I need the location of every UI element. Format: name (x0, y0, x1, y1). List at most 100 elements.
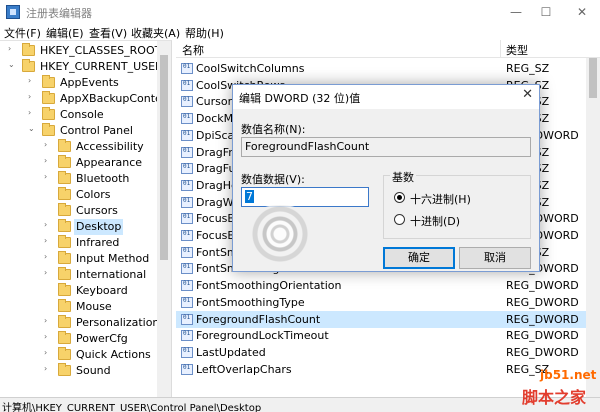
tree-item[interactable]: › AppXBackupConter (0, 91, 166, 107)
tree-item[interactable]: ⌄ Control Panel (0, 123, 157, 139)
tree-item-label: Appearance (76, 156, 143, 169)
value-type: REG_DWORD (506, 329, 579, 343)
tree-item[interactable]: Colors (0, 187, 157, 203)
tree-item-label: Control Panel (60, 124, 133, 137)
value-row[interactable]: ForegroundFlashCount REG_DWORD (176, 310, 586, 328)
value-name: LastUpdated (196, 345, 266, 359)
collapsed-arrow-icon[interactable]: › (44, 252, 52, 261)
maximize-button[interactable]: ☐ (530, 0, 562, 24)
registry-value-icon (181, 330, 193, 342)
tree-item[interactable]: › Infrared (0, 235, 157, 251)
tree-item[interactable]: › Console (0, 107, 157, 123)
collapsed-arrow-icon[interactable]: › (44, 348, 52, 357)
dec-radio-label[interactable]: 十进制(D) (410, 213, 460, 229)
folder-icon (22, 59, 35, 72)
collapsed-arrow-icon[interactable]: › (44, 140, 52, 149)
collapsed-arrow-icon[interactable]: › (44, 220, 52, 229)
tree-item[interactable]: › Input Method (0, 251, 157, 267)
collapsed-arrow-icon[interactable]: › (8, 44, 16, 53)
tree-item[interactable]: › Appearance (0, 155, 157, 171)
menu-view[interactable]: 查看(V) (89, 25, 127, 41)
hex-radio[interactable] (394, 192, 405, 203)
expanded-arrow-icon[interactable]: ⌄ (28, 124, 36, 133)
dialog-close-icon[interactable]: ✕ (522, 87, 533, 102)
collapsed-arrow-icon[interactable]: › (44, 316, 52, 325)
tree-item[interactable]: › HKEY_CLASSES_ROOT (0, 43, 161, 59)
base-group: 基数 十六进制(H) 十进制(D) (383, 169, 531, 239)
cancel-button[interactable]: 取消 (459, 247, 531, 269)
value-type: REG_DWORD (506, 345, 579, 359)
value-row[interactable]: FontSmoothingOrientation REG_DWORD (176, 277, 586, 294)
regedit-app-icon (6, 5, 20, 19)
value-name-label: 数值名称(N): (241, 123, 306, 136)
tree-item-label: Colors (76, 188, 111, 201)
expanded-arrow-icon[interactable]: ⌄ (8, 60, 16, 69)
value-type: REG_DWORD (506, 312, 579, 326)
list-scrollbar[interactable] (586, 58, 600, 397)
folder-icon (42, 107, 55, 120)
collapsed-arrow-icon[interactable]: › (44, 268, 52, 277)
key-tree[interactable]: › HKEY_CLASSES_ROOT ⌄ HKEY_CURRENT_USER › App… (0, 40, 172, 397)
folder-icon (42, 91, 55, 104)
tree-item[interactable]: › Quick Actions (0, 347, 157, 363)
column-name-header[interactable]: 名称 (182, 42, 204, 58)
collapsed-arrow-icon[interactable]: › (28, 76, 36, 85)
collapsed-arrow-icon[interactable]: › (44, 332, 52, 341)
registry-value-icon (181, 263, 193, 275)
tree-item-label: AppEvents (60, 76, 119, 89)
tree-item-label: HKEY_CURRENT_USER (40, 60, 163, 73)
menu-help[interactable]: 帮助(H) (185, 25, 224, 41)
tree-item[interactable]: › Bluetooth (0, 171, 157, 187)
collapsed-arrow-icon[interactable]: › (28, 108, 36, 117)
tree-item[interactable]: Cursors (0, 203, 157, 219)
value-row[interactable]: ForegroundLockTimeout REG_DWORD (176, 327, 586, 344)
registry-value-icon (181, 363, 193, 375)
watermark-name: 脚本之家 (522, 388, 587, 407)
folder-icon (58, 187, 71, 200)
tree-item[interactable]: Mouse (0, 299, 157, 315)
column-divider[interactable] (500, 40, 501, 58)
tree-item[interactable]: Keyboard (0, 283, 157, 299)
registry-value-icon (181, 346, 193, 358)
tree-item[interactable]: › International (0, 267, 157, 283)
tree-scroll-thumb[interactable] (160, 55, 168, 260)
minimize-button[interactable]: — (500, 0, 532, 24)
folder-icon (58, 139, 71, 152)
collapsed-arrow-icon[interactable]: › (44, 172, 52, 181)
tree-item-label: Quick Actions (76, 348, 151, 361)
tree-item[interactable]: › Sound (0, 363, 157, 379)
tree-item[interactable]: › Desktop (0, 219, 157, 235)
menu-file[interactable]: 文件(F) (4, 25, 41, 41)
tree-scrollbar[interactable] (157, 41, 171, 397)
list-scroll-thumb[interactable] (589, 58, 597, 98)
menu-edit[interactable]: 编辑(E) (46, 25, 84, 41)
hex-radio-label[interactable]: 十六进制(H) (410, 191, 471, 207)
registry-value-icon (181, 113, 193, 125)
collapsed-arrow-icon[interactable]: › (44, 156, 52, 165)
collapsed-arrow-icon[interactable]: › (44, 236, 52, 245)
dec-radio[interactable] (394, 214, 405, 225)
tree-item-label: Console (60, 108, 104, 121)
close-button[interactable]: ✕ (566, 0, 598, 24)
tree-item[interactable]: ⌄ HKEY_CURRENT_USER (0, 59, 163, 75)
column-type-header[interactable]: 类型 (506, 42, 528, 58)
collapsed-arrow-icon[interactable]: › (44, 364, 52, 373)
menu-favorites[interactable]: 收藏夹(A) (131, 25, 180, 41)
ok-button[interactable]: 确定 (383, 247, 455, 269)
tree-item-label: Accessibility (76, 140, 144, 153)
tree-item[interactable]: › AppEvents (0, 75, 157, 91)
registry-value-icon (181, 63, 193, 74)
tree-item-label: Mouse (76, 300, 112, 313)
folder-icon (58, 267, 71, 280)
tree-item[interactable]: › Accessibility (0, 139, 157, 155)
value-data-input[interactable]: 7 (241, 187, 369, 207)
menu-bar: 文件(F) 编辑(E) 查看(V) 收藏夹(A) 帮助(H) (0, 24, 600, 40)
value-row[interactable]: FontSmoothingType REG_DWORD (176, 294, 586, 311)
registry-value-icon (181, 296, 193, 308)
value-row[interactable]: LastUpdated REG_DWORD (176, 344, 586, 361)
tree-item[interactable]: › Personalization (0, 315, 159, 331)
value-row[interactable]: CoolSwitchColumns REG_SZ (176, 60, 586, 77)
collapsed-arrow-icon[interactable]: › (28, 92, 36, 101)
registry-value-icon (181, 96, 193, 108)
tree-item[interactable]: › PowerCfg (0, 331, 157, 347)
